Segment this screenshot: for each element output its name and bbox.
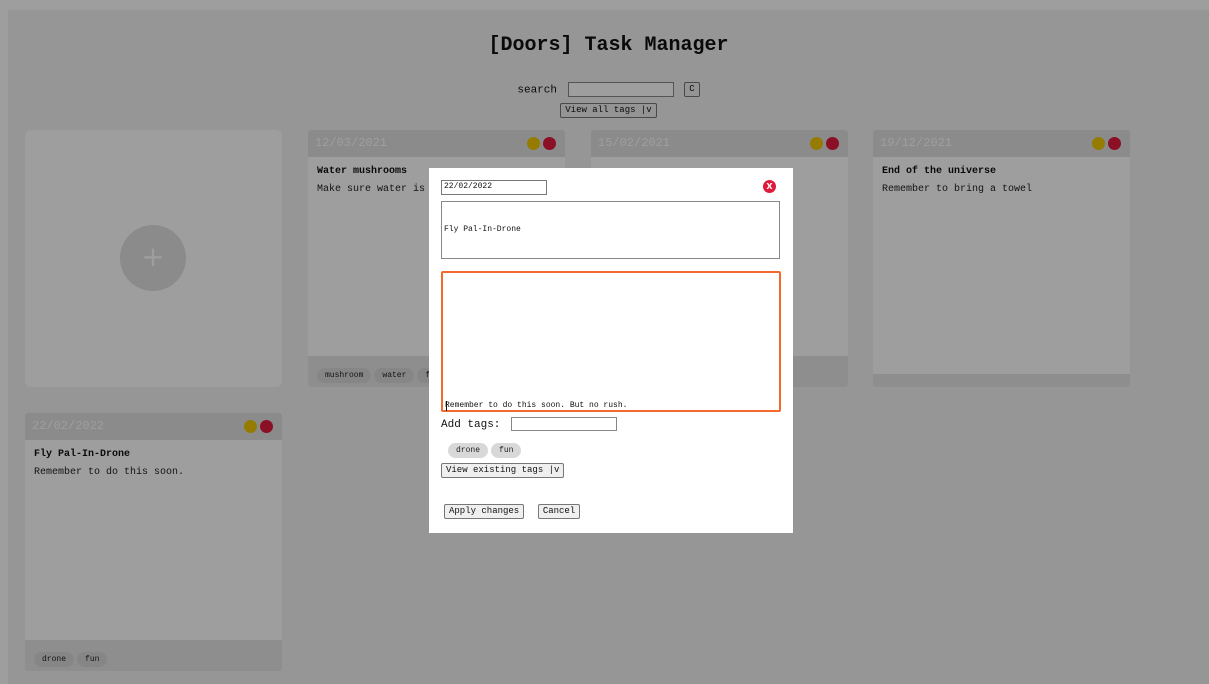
modal-tag-list: drone fun bbox=[448, 439, 524, 458]
add-tags-label: Add tags: bbox=[441, 418, 501, 431]
view-existing-tags-button[interactable]: View existing tags |v bbox=[441, 463, 565, 479]
description-value: Remember to do this soon. But no rush. bbox=[445, 401, 628, 410]
close-icon[interactable]: X bbox=[763, 180, 776, 193]
edit-task-modal: 22/02/2022 X Fly Pal-In-Drone Remember t… bbox=[429, 168, 793, 533]
description-textarea[interactable]: Remember to do this soon. But no rush. bbox=[441, 271, 781, 412]
modal-actions: Apply changes Cancel bbox=[444, 503, 584, 521]
text-cursor bbox=[446, 401, 447, 411]
date-input[interactable]: 22/02/2022 bbox=[441, 180, 547, 195]
add-tags-row: Add tags: bbox=[441, 417, 618, 431]
tag-chip[interactable]: fun bbox=[491, 443, 522, 458]
add-tags-input[interactable] bbox=[511, 417, 618, 431]
title-input-value: Fly Pal-In-Drone bbox=[444, 225, 521, 234]
apply-changes-button[interactable]: Apply changes bbox=[444, 504, 525, 520]
title-input[interactable]: Fly Pal-In-Drone bbox=[441, 201, 780, 259]
cancel-button[interactable]: Cancel bbox=[537, 504, 581, 520]
tag-chip[interactable]: drone bbox=[448, 443, 489, 458]
